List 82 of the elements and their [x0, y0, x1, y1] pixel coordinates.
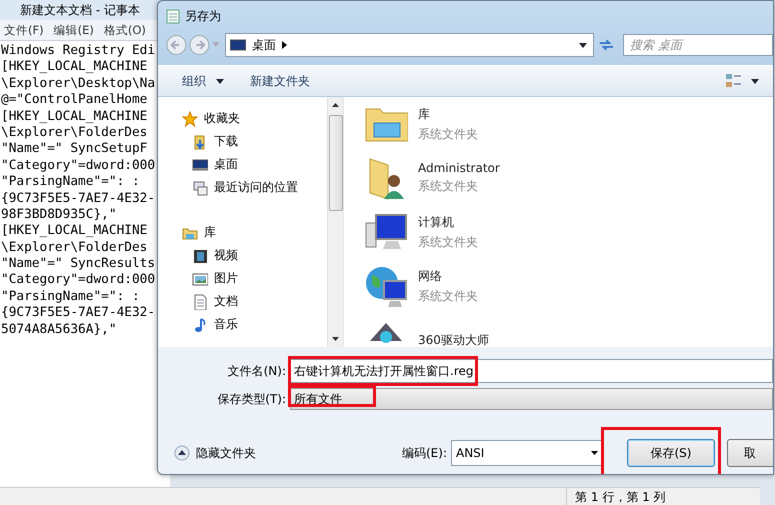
cancel-button[interactable]: 取	[727, 439, 773, 467]
text-line: 98F3BD8D935C},"	[1, 206, 118, 224]
file-item[interactable]: Administrator 系统文件夹	[364, 155, 773, 201]
file-item[interactable]: 网络 系统文件夹	[364, 263, 773, 309]
text-line: @="ControlPanelHome	[1, 92, 148, 109]
text-line: "ParsingName"=": :	[1, 288, 141, 306]
file-type-dropdown[interactable]: 所有文件	[290, 388, 773, 410]
film-icon	[192, 248, 208, 264]
file-name: 库	[418, 106, 431, 122]
file-type: 系统文件夹	[418, 126, 478, 142]
organize-menu-button[interactable]: 组织	[182, 72, 224, 90]
hide-folders-button[interactable]: 隐藏文件夹	[174, 444, 256, 462]
desktop-icon	[192, 156, 208, 172]
file-name: Administrator	[418, 161, 500, 175]
file-name: 计算机	[418, 214, 455, 230]
text-line: [HKEY_LOCAL_MACHINE	[1, 223, 148, 240]
scrollbar-thumb[interactable]	[328, 115, 342, 211]
menu-item[interactable]: 编辑(E)	[54, 22, 94, 38]
menu-item[interactable]: 格式(O)	[104, 22, 146, 38]
recent-places-icon	[192, 180, 208, 196]
text-line: "Category"=dword:000	[1, 272, 156, 289]
text-line: [HKEY_LOCAL_MACHINE	[1, 108, 148, 125]
forward-button-icon[interactable]	[188, 34, 210, 56]
field-label: 文件名(N):	[226, 362, 287, 380]
desktop-icon	[230, 38, 246, 52]
history-caret-icon[interactable]	[212, 42, 220, 48]
sidebar-item[interactable]: 最近访问的位置	[182, 176, 327, 199]
scroll-down-icon[interactable]	[332, 337, 339, 341]
cursor-position: 第 1 行，第 1 列	[566, 488, 760, 505]
chevron-right-icon[interactable]	[282, 41, 288, 49]
text-line: \Explorer\FolderDes	[1, 240, 148, 256]
new-folder-button[interactable]: 新建文件夹	[250, 72, 310, 90]
sidebar-item[interactable]: 文档	[182, 290, 327, 313]
dialog-title: 另存为	[185, 8, 221, 24]
file-type: 系统文件夹	[418, 288, 478, 304]
file-type: 系统文件夹	[418, 234, 478, 250]
sidebar-item[interactable]: 视频	[182, 244, 327, 267]
sidebar-item[interactable]: 下载	[182, 130, 327, 153]
text-line: "Name"=" SyncResults	[1, 256, 156, 272]
file-type: 系统文件夹	[418, 178, 479, 195]
text-line: [HKEY_LOCAL_MACHINE	[1, 59, 148, 76]
text-line: 5074A8A5636A},"	[1, 322, 118, 338]
text-line: {9C73F5E5-7AE7-4E32-	[1, 305, 156, 322]
encoding-dropdown[interactable]: ANSI	[451, 440, 603, 466]
text-line: \Explorer\Desktop\Na	[1, 76, 156, 92]
field-label: 保存类型(T):	[216, 390, 287, 408]
notepad-icon	[166, 8, 180, 24]
picture-icon	[192, 270, 208, 286]
caret-down-icon	[591, 451, 598, 455]
sidebar-item[interactable]: 桌面	[182, 153, 327, 176]
file-item[interactable]: 计算机 系统文件夹	[364, 209, 773, 255]
music-note-icon	[192, 316, 208, 332]
address-bar[interactable]: 桌面	[225, 33, 594, 57]
field-label: 编码(E):	[402, 444, 447, 462]
star-icon	[182, 110, 198, 126]
sidebar-item[interactable]: 音乐	[182, 313, 327, 336]
text-line: \Explorer\FolderDes	[1, 124, 148, 142]
text-line: "Category"=dword:000	[1, 158, 156, 174]
text-line: "Name"=" SyncSetupF	[1, 141, 148, 158]
text-line: Windows Registry Edi	[1, 43, 156, 60]
text-line: "ParsingName"=": :	[1, 174, 141, 191]
file-name: 网络	[418, 268, 443, 284]
sidebar-item[interactable]: 图片	[182, 267, 327, 290]
search-field[interactable]: 搜索 桌面	[623, 34, 773, 56]
sidebar-item[interactable]: 库	[182, 221, 327, 244]
dropdown-caret-icon[interactable]	[579, 42, 588, 48]
file-name-field[interactable]: 右键计算机无法打开属性窗口.reg	[290, 359, 773, 383]
sidebar-item[interactable]: 收藏夹	[182, 107, 327, 130]
view-options-icon[interactable]	[725, 73, 759, 89]
collapse-icon	[174, 445, 190, 461]
caret-down-icon	[216, 78, 224, 84]
file-name: 360驱动大师	[418, 332, 489, 347]
menu-item[interactable]: 文件(F)	[4, 22, 44, 38]
back-button-icon[interactable]	[166, 34, 187, 56]
breadcrumb-item[interactable]: 桌面	[252, 36, 276, 54]
file-item[interactable]: 库 系统文件夹	[364, 101, 773, 147]
save-button[interactable]: 保存(S)	[627, 439, 715, 467]
document-icon	[192, 294, 208, 310]
file-item[interactable]: 360驱动大师	[364, 317, 773, 347]
scroll-up-icon[interactable]	[332, 103, 339, 107]
scrollbar[interactable]	[327, 97, 343, 347]
text-line: {9C73F5E5-7AE7-4E32-	[1, 190, 156, 207]
